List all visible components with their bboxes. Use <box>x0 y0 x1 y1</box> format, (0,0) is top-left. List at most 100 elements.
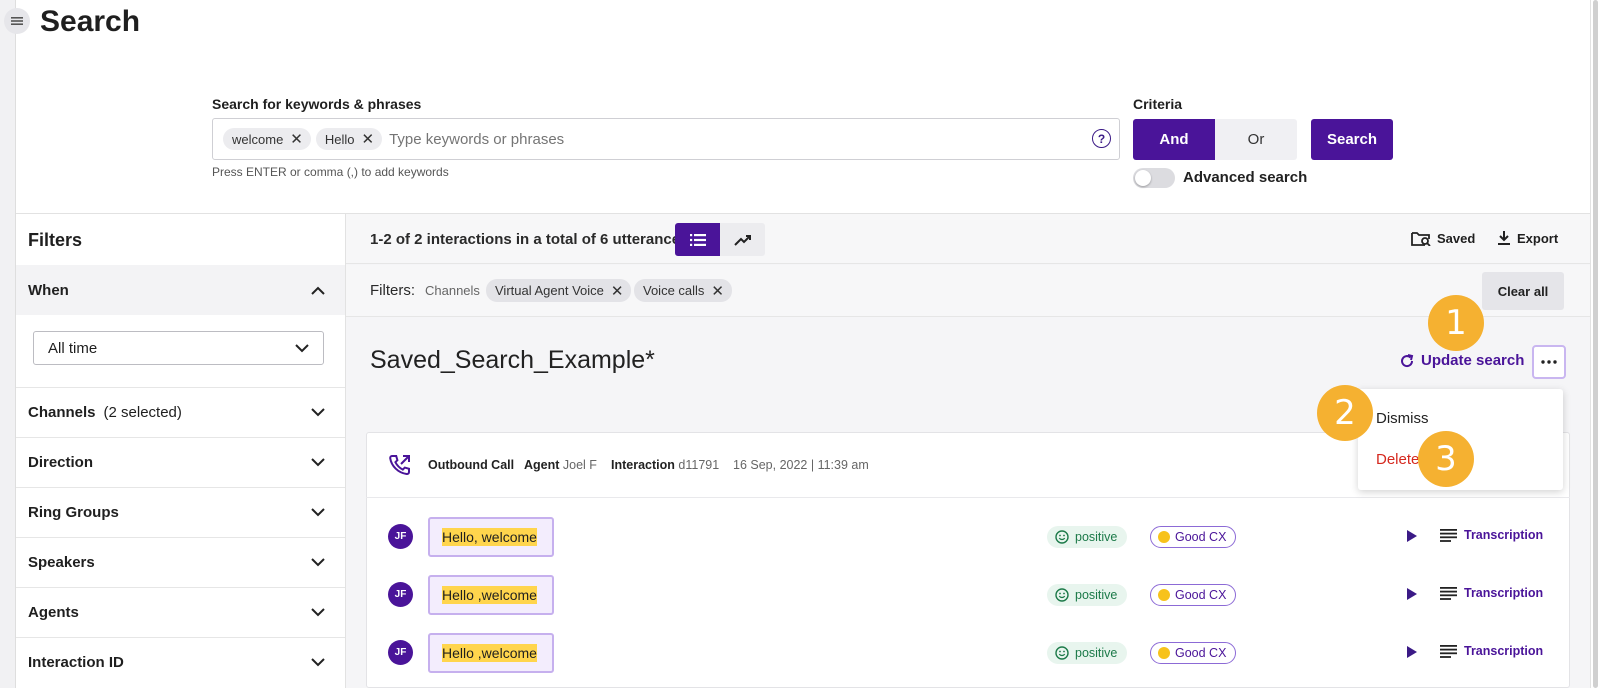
callout-badge-2: 2 <box>1317 385 1373 441</box>
cx-label: Good CX <box>1175 588 1227 602</box>
menu-item-delete[interactable]: Delete <box>1376 451 1419 468</box>
filter-label: Agents <box>28 604 79 621</box>
active-filter-chip: Virtual Agent Voice ✕ <box>486 279 632 302</box>
filter-label: Direction <box>28 454 94 471</box>
utterance-text-box[interactable]: Hello ,welcome <box>428 633 554 673</box>
more-horizontal-icon <box>1541 360 1557 364</box>
export-label: Export <box>1517 230 1559 246</box>
scrollbar-thumb[interactable] <box>1593 0 1598 688</box>
transcription-label: Transcription <box>1464 586 1544 600</box>
remove-keyword-icon[interactable]: ✕ <box>362 130 375 148</box>
refresh-icon <box>1401 353 1414 367</box>
criteria-and-option[interactable]: And <box>1133 119 1215 160</box>
interaction-datetime: 16 Sep, 2022 | 11:39 am <box>733 458 869 472</box>
filter-speakers[interactable]: Speakers <box>16 537 345 587</box>
scrollbar[interactable] <box>1590 0 1600 688</box>
play-icon[interactable] <box>1406 529 1418 543</box>
keyword-chip: Hello ✕ <box>315 128 383 150</box>
sentiment-label: positive <box>1075 646 1118 660</box>
filter-label: Speakers <box>28 554 95 571</box>
trend-view-button[interactable] <box>720 223 765 256</box>
filter-agents[interactable]: Agents <box>16 587 345 637</box>
when-select-value: All time <box>48 339 98 357</box>
filter-ring-groups[interactable]: Ring Groups <box>16 487 345 537</box>
more-options-button[interactable] <box>1532 345 1566 379</box>
agent-label: Agent <box>524 458 560 472</box>
smiley-icon <box>1055 530 1069 544</box>
active-filters-label: Filters: <box>370 282 415 299</box>
utterance-text: Hello, welcome <box>442 528 537 546</box>
advanced-search-toggle[interactable] <box>1133 168 1175 188</box>
search-button[interactable]: Search <box>1311 119 1393 160</box>
transcript-lines-icon <box>1440 528 1457 542</box>
cx-dot-icon <box>1158 531 1170 543</box>
keyword-search-field[interactable]: welcome ✕ Hello ✕ ? <box>212 118 1120 160</box>
utterance-text-box[interactable]: Hello ,welcome <box>428 575 554 615</box>
interaction-id-label: Interaction <box>611 458 675 472</box>
interaction-agent: Agent Joel F <box>524 458 597 472</box>
filter-channels[interactable]: Channels (2 selected) <box>16 387 345 437</box>
outbound-call-icon <box>389 455 410 476</box>
advanced-search-label: Advanced search <box>1183 169 1308 186</box>
update-search-label: Update search <box>1421 352 1525 369</box>
chevron-down-icon <box>311 458 325 467</box>
filter-chip-label: Virtual Agent Voice <box>495 283 604 298</box>
cx-dot-icon <box>1158 589 1170 601</box>
update-search-button[interactable]: Update search <box>1399 352 1524 369</box>
keyword-input[interactable] <box>389 130 1119 148</box>
cx-dot-icon <box>1158 647 1170 659</box>
filter-when-header[interactable]: When <box>16 265 345 315</box>
help-icon[interactable]: ? <box>1092 129 1111 148</box>
menu-toggle-button[interactable] <box>4 8 30 34</box>
transcript-lines-icon <box>1440 586 1457 600</box>
filter-label: Interaction ID <box>28 654 124 671</box>
left-rail <box>0 0 16 688</box>
when-select[interactable]: All time <box>33 331 324 365</box>
chevron-down-icon <box>311 558 325 567</box>
utterance-text-box[interactable]: Hello, welcome <box>428 517 554 557</box>
remove-keyword-icon[interactable]: ✕ <box>290 130 303 148</box>
clear-all-button[interactable]: Clear all <box>1482 272 1564 310</box>
transcription-button[interactable]: Transcription <box>1440 528 1543 542</box>
filters-title: Filters <box>28 230 83 250</box>
chevron-down-icon <box>311 608 325 617</box>
keyword-chip-label: Hello <box>324 131 355 147</box>
active-filter-chip: Voice calls ✕ <box>634 279 732 302</box>
play-icon[interactable] <box>1406 587 1418 601</box>
utterance-row: JF Hello ,welcome positive Good CX Trans… <box>366 566 1570 624</box>
cx-badge: Good CX <box>1150 584 1237 606</box>
saved-searches-button[interactable]: Saved <box>1411 230 1475 246</box>
transcription-button[interactable]: Transcription <box>1440 586 1543 600</box>
sentiment-badge: positive <box>1047 526 1128 548</box>
utterance-row: JF Hello ,welcome positive Good CX Trans… <box>366 624 1570 682</box>
transcription-label: Transcription <box>1464 528 1544 542</box>
chevron-down-icon <box>311 658 325 667</box>
criteria-label: Criteria <box>1133 96 1183 112</box>
remove-filter-icon[interactable]: ✕ <box>711 282 724 300</box>
sentiment-label: positive <box>1075 530 1118 544</box>
export-button[interactable]: Export <box>1497 230 1558 246</box>
filter-interaction-id[interactable]: Interaction ID <box>16 637 345 687</box>
results-count: 1-2 of 2 interactions in a total of 6 ut… <box>370 231 689 248</box>
cx-label: Good CX <box>1175 530 1227 544</box>
menu-item-dismiss[interactable]: Dismiss <box>1376 410 1429 427</box>
transcription-button[interactable]: Transcription <box>1440 644 1543 658</box>
criteria-or-option[interactable]: Or <box>1215 119 1297 160</box>
toggle-knob <box>1135 170 1151 186</box>
filter-selected-count: (2 selected) <box>103 404 182 421</box>
play-icon[interactable] <box>1406 645 1418 659</box>
remove-filter-icon[interactable]: ✕ <box>611 282 624 300</box>
interaction-type-label: Outbound Call <box>428 458 515 472</box>
chevron-up-icon <box>311 286 325 295</box>
cx-label: Good CX <box>1175 646 1227 660</box>
active-filter-group: Channels <box>425 283 480 298</box>
filter-direction[interactable]: Direction <box>16 437 345 487</box>
transcription-label: Transcription <box>1464 644 1544 658</box>
keyword-chip: welcome ✕ <box>223 128 311 150</box>
search-label: Search for keywords & phrases <box>212 96 422 112</box>
sentiment-badge: positive <box>1047 642 1128 664</box>
utterance-text: Hello ,welcome <box>442 644 537 662</box>
saved-label: Saved <box>1437 230 1476 246</box>
list-view-button[interactable] <box>675 223 720 256</box>
filter-when-label: When <box>28 281 69 299</box>
